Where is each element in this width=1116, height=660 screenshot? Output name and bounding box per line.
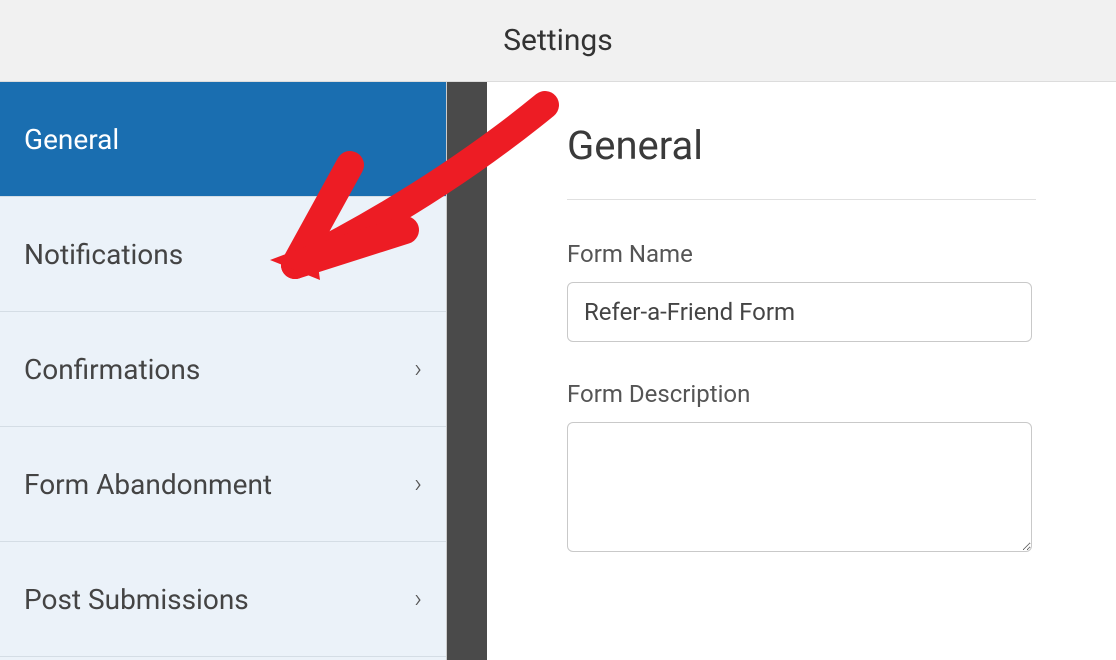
main-panel: General Form Name Form Description xyxy=(487,82,1116,660)
sidebar-item-label: Notifications xyxy=(24,238,183,271)
sidebar-item-general[interactable]: General xyxy=(0,82,446,197)
sidebar-item-label: Post Submissions xyxy=(24,583,249,616)
form-name-label: Form Name xyxy=(567,240,1036,268)
sidebar-item-post-submissions[interactable]: Post Submissions › xyxy=(0,542,446,657)
chevron-right-icon: › xyxy=(414,354,422,384)
header: Settings xyxy=(0,0,1116,82)
chevron-right-icon: › xyxy=(414,584,422,614)
panel-title: General xyxy=(567,122,1036,169)
content-area: General Notifications Confirmations › Fo… xyxy=(0,82,1116,660)
sidebar-item-label: Confirmations xyxy=(24,353,200,386)
sidebar-item-form-abandonment[interactable]: Form Abandonment › xyxy=(0,427,446,542)
settings-sidebar: General Notifications Confirmations › Fo… xyxy=(0,82,447,660)
form-name-input[interactable] xyxy=(567,282,1032,342)
panel-gap xyxy=(447,82,487,660)
divider xyxy=(567,199,1036,200)
form-description-textarea[interactable] xyxy=(567,422,1032,552)
chevron-right-icon: › xyxy=(414,469,422,499)
header-title: Settings xyxy=(503,23,613,58)
sidebar-item-label: General xyxy=(24,123,119,156)
sidebar-item-confirmations[interactable]: Confirmations › xyxy=(0,312,446,427)
sidebar-item-notifications[interactable]: Notifications xyxy=(0,197,446,312)
sidebar-item-label: Form Abandonment xyxy=(24,468,272,501)
form-description-label: Form Description xyxy=(567,380,1036,408)
